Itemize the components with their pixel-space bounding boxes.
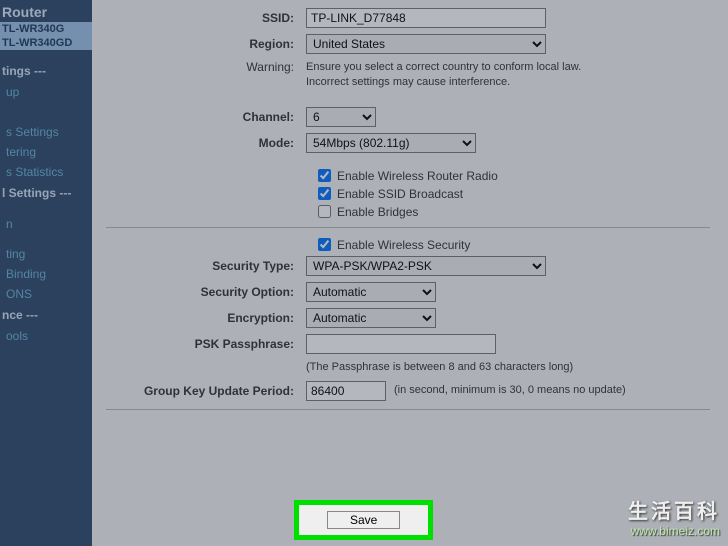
sidebar-sub-ons[interactable]: ONS (0, 284, 92, 304)
mode-label: Mode: (106, 136, 306, 150)
brand-title: Router (0, 2, 92, 22)
sidebar-sub-n[interactable]: n (0, 214, 92, 234)
gkup-note: (in second, minimum is 30, 0 means no up… (394, 383, 626, 398)
cb-radio-label: Enable Wireless Router Radio (337, 169, 498, 183)
cb-radio[interactable] (318, 169, 331, 182)
save-highlight-box: Save (294, 500, 433, 540)
channel-select[interactable]: 6 (306, 107, 376, 127)
psk-note: (The Passphrase is between 8 and 63 char… (306, 360, 573, 375)
secopt-select[interactable]: Automatic (306, 282, 436, 302)
secopt-label: Security Option: (106, 285, 306, 299)
gkup-input[interactable] (306, 381, 386, 401)
warning-label: Warning: (106, 60, 306, 74)
psk-label: PSK Passphrase: (106, 337, 306, 351)
region-label: Region: (106, 37, 306, 51)
separator-1 (106, 227, 710, 228)
mode-select[interactable]: 54Mbps (802.11g) (306, 133, 476, 153)
sidebar-sub-ting[interactable]: ting (0, 244, 92, 264)
enc-select[interactable]: Automatic (306, 308, 436, 328)
warning-text-2: Incorrect settings may cause interferenc… (306, 75, 710, 90)
channel-label: Channel: (106, 110, 306, 124)
sidebar-item-nce[interactable]: nce --- (0, 304, 92, 326)
ssid-input[interactable] (306, 8, 546, 28)
region-select[interactable]: United States (306, 34, 546, 54)
sidebar-sub-stats[interactable]: s Statistics (0, 162, 92, 182)
sidebar: Router TL-WR340G TL-WR340GD tings --- up… (0, 0, 92, 546)
ssid-label: SSID: (106, 11, 306, 25)
save-button[interactable]: Save (327, 511, 400, 529)
enc-label: Encryption: (106, 311, 306, 325)
sidebar-item-settings[interactable]: tings --- (0, 60, 92, 82)
cb-broadcast[interactable] (318, 187, 331, 200)
sectype-label: Security Type: (106, 259, 306, 273)
sidebar-sub-up[interactable]: up (0, 82, 92, 102)
psk-input[interactable] (306, 334, 496, 354)
model-line-2: TL-WR340GD (0, 36, 92, 50)
gkup-label: Group Key Update Period: (106, 384, 306, 398)
sidebar-sub-wsettings[interactable]: s Settings (0, 122, 92, 142)
sidebar-sub-filtering[interactable]: tering (0, 142, 92, 162)
sidebar-item-lsettings[interactable]: l Settings --- (0, 182, 92, 204)
cb-security-label: Enable Wireless Security (337, 238, 470, 252)
cb-bridges[interactable] (318, 205, 331, 218)
main-panel: SSID: Region: United States Warning: Ens… (92, 0, 728, 546)
cb-broadcast-label: Enable SSID Broadcast (337, 187, 463, 201)
sidebar-sub-tools[interactable]: ools (0, 326, 92, 346)
warning-text-1: Ensure you select a correct country to c… (306, 60, 710, 75)
model-line-1: TL-WR340G (0, 22, 92, 36)
sectype-select[interactable]: WPA-PSK/WPA2-PSK (306, 256, 546, 276)
separator-2 (106, 409, 710, 410)
sidebar-sub-binding[interactable]: Binding (0, 264, 92, 284)
cb-security[interactable] (318, 238, 331, 251)
cb-bridges-label: Enable Bridges (337, 205, 418, 219)
